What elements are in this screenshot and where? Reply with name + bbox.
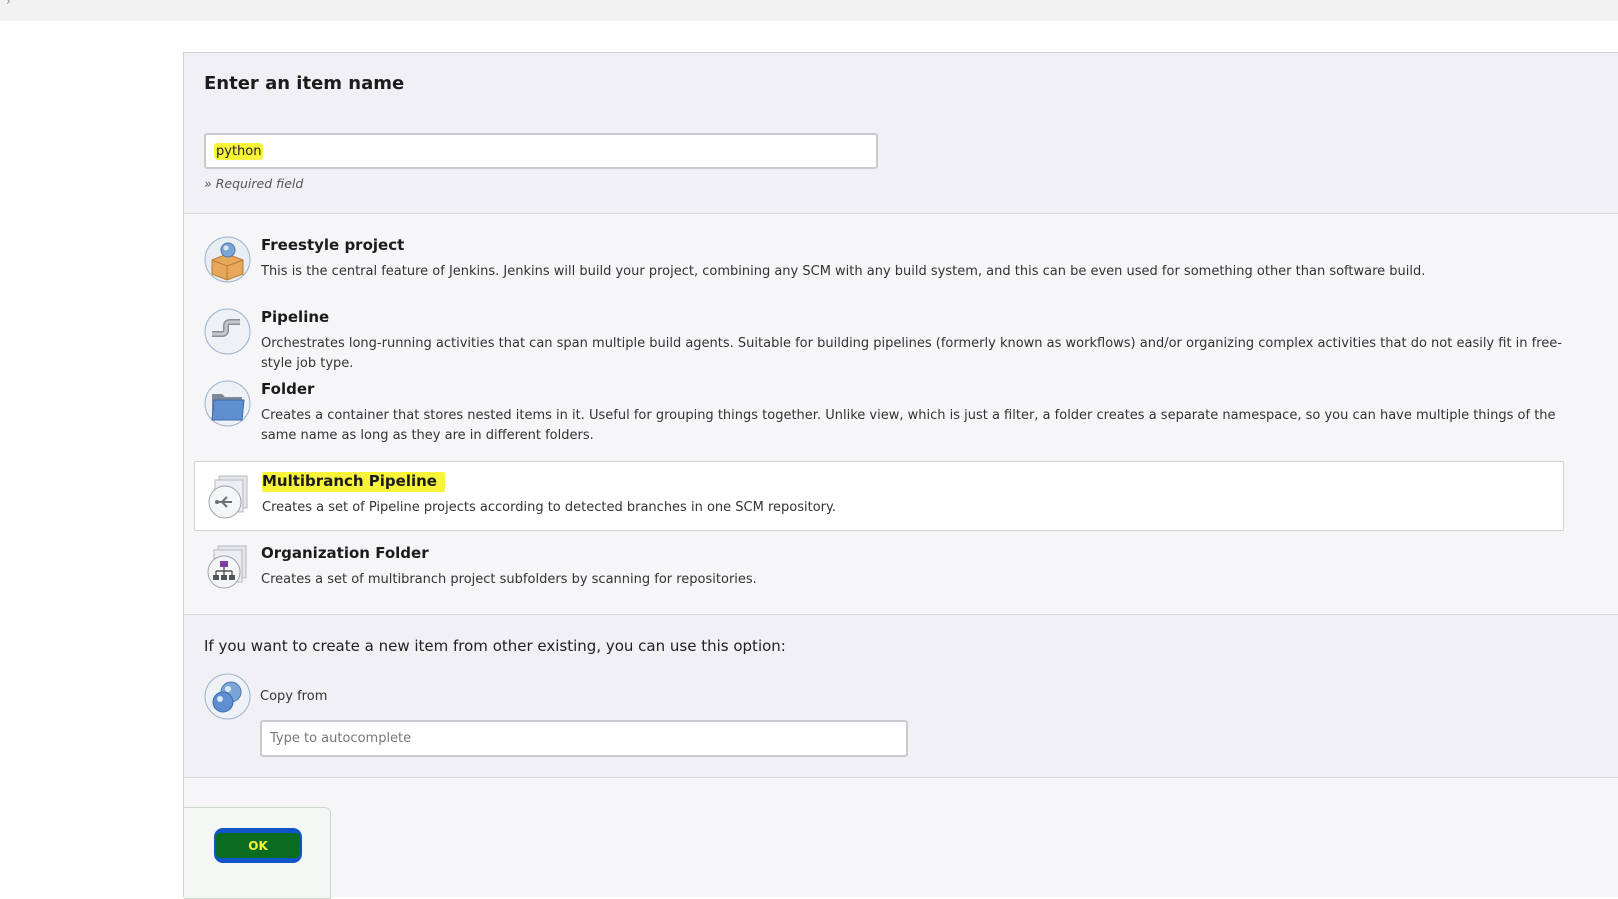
item-type-title: Organization Folder <box>261 544 429 562</box>
new-item-panel: Enter an item name python » Required fie… <box>183 52 1618 899</box>
copy-from-label: Copy from <box>260 689 328 704</box>
item-type-title: Folder <box>261 380 315 398</box>
copy-from-icon <box>204 673 251 720</box>
ok-button-container: OK <box>184 807 331 899</box>
item-type-list: Freestyle project This is the central fe… <box>184 214 1618 615</box>
copy-from-prompt: If you want to create a new item from ot… <box>204 637 786 655</box>
page-title: Enter an item name <box>204 73 405 94</box>
item-type-title: Pipeline <box>261 308 330 326</box>
item-type-title: Freestyle project <box>261 236 405 254</box>
item-type-organization-folder[interactable]: Organization Folder Creates a set of mul… <box>194 544 1564 604</box>
item-name-value: python <box>214 142 264 160</box>
item-type-description: Orchestrates long-running activities tha… <box>261 336 1562 371</box>
item-type-multibranch-pipeline[interactable]: Multibranch Pipeline Creates a set of Pi… <box>194 461 1564 531</box>
item-name-section: Enter an item name python » Required fie… <box>184 53 1618 214</box>
item-type-description: Creates a container that stores nested i… <box>261 408 1556 443</box>
multibranch-pipeline-icon <box>205 472 252 519</box>
item-type-pipeline[interactable]: Pipeline Orchestrates long-running activ… <box>194 308 1564 371</box>
copy-from-section: If you want to create a new item from ot… <box>184 615 1618 778</box>
folder-icon <box>204 380 251 427</box>
item-type-folder[interactable]: Folder Creates a container that stores n… <box>194 380 1564 460</box>
organization-folder-icon <box>204 544 251 591</box>
top-bar: › <box>0 0 1618 21</box>
freestyle-project-icon <box>204 236 251 283</box>
required-field-hint: » Required field <box>204 176 304 191</box>
item-type-description: Creates a set of Pipeline projects accor… <box>262 500 836 515</box>
ok-button-label: OK <box>216 833 300 858</box>
item-type-title: Multibranch Pipeline <box>262 472 1563 492</box>
ok-button[interactable]: OK <box>214 828 302 863</box>
breadcrumb-chevron-icon: › <box>6 0 11 8</box>
item-type-description: Creates a set of multibranch project sub… <box>261 572 757 587</box>
copy-from-input[interactable] <box>260 720 908 757</box>
item-type-title-text: Multibranch Pipeline <box>262 472 445 492</box>
item-name-input[interactable]: python <box>204 133 878 169</box>
item-type-freestyle[interactable]: Freestyle project This is the central fe… <box>194 236 1564 296</box>
item-type-description: This is the central feature of Jenkins. … <box>261 264 1426 279</box>
pipeline-icon <box>204 308 251 355</box>
